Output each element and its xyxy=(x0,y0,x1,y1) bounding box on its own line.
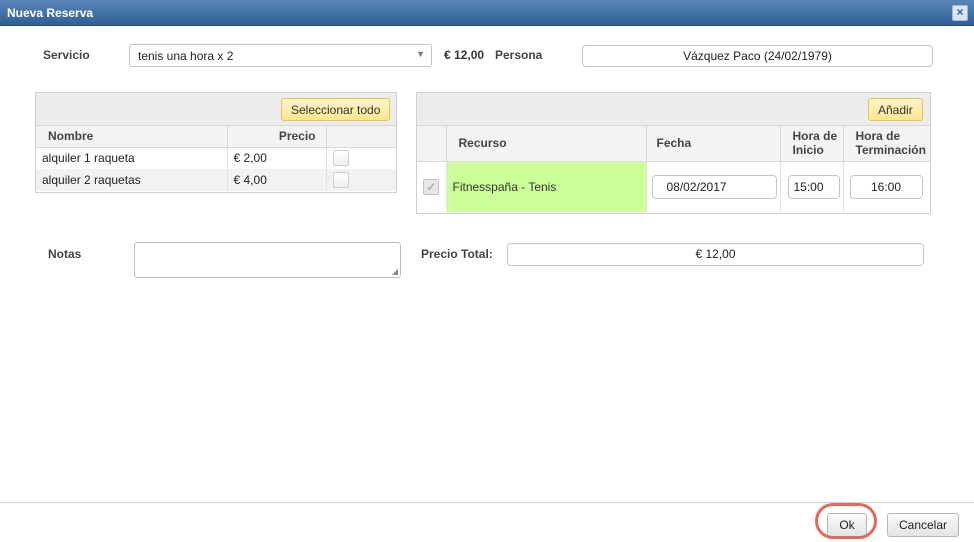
persona-label: Persona xyxy=(495,48,543,62)
servicio-value: tenis una hora x 2 xyxy=(138,49,234,63)
notas-textarea[interactable]: ◢ xyxy=(134,242,401,278)
table-row: ✓ Fitnesspaña - Tenis 08/02/2017 15:00 1… xyxy=(417,161,930,212)
column-header-select xyxy=(326,126,396,148)
chevron-down-icon: ▼ xyxy=(416,49,425,59)
extra-checkbox[interactable] xyxy=(332,150,349,167)
persona-field[interactable]: Vázquez Paco (24/02/1979) xyxy=(582,45,933,67)
column-header-check xyxy=(417,126,447,162)
column-header-recurso: Recurso xyxy=(446,126,647,162)
hora-fin-input[interactable]: 16:00 xyxy=(849,174,923,199)
extra-checkbox[interactable] xyxy=(332,172,349,188)
table-row: alquiler 1 raqueta € 2,00 xyxy=(36,147,396,169)
servicio-label: Servicio xyxy=(43,48,90,62)
recurso-cell: Fitnesspaña - Tenis xyxy=(446,161,647,212)
ok-highlight-ring xyxy=(815,503,877,539)
hora-inicio-input[interactable]: 15:00 xyxy=(787,174,840,199)
column-header-hora-inicio: Hora de Inicio xyxy=(780,126,844,162)
extra-name: alquiler 2 raquetas xyxy=(36,169,228,191)
add-button[interactable]: Añadir xyxy=(868,98,923,121)
extras-toolbar: Seleccionar todo xyxy=(36,93,396,126)
column-header-precio: Precio xyxy=(227,126,327,148)
column-header-hora-terminacion: Hora de Terminación xyxy=(843,126,930,162)
cancel-button[interactable]: Cancelar xyxy=(887,513,959,537)
extra-price: € 2,00 xyxy=(227,147,327,169)
dialog-title-bar: Nueva Reserva × xyxy=(0,0,974,26)
resources-panel: Añadir Recurso Fecha Hora de Inicio Hora… xyxy=(416,92,931,214)
column-header-fecha: Fecha xyxy=(646,126,781,162)
precio-total-label: Precio Total: xyxy=(421,247,493,261)
checkmark-icon[interactable]: ✓ xyxy=(423,178,440,195)
extras-table: Nombre Precio alquiler 1 raqueta € 2,00 … xyxy=(36,126,396,191)
service-price: € 12,00 xyxy=(444,48,485,62)
servicio-select[interactable]: tenis una hora x 2 ▼ xyxy=(129,44,432,67)
notas-label: Notas xyxy=(48,247,82,261)
precio-total-field: € 12,00 xyxy=(507,243,924,266)
extra-price: € 4,00 xyxy=(227,169,327,191)
extras-panel: Seleccionar todo Nombre Precio alquiler … xyxy=(35,92,397,193)
resources-table: Recurso Fecha Hora de Inicio Hora de Ter… xyxy=(417,126,930,212)
fecha-input[interactable]: 08/02/2017 xyxy=(651,174,777,199)
table-row: alquiler 2 raquetas € 4,00 xyxy=(36,169,396,191)
dialog-title: Nueva Reserva xyxy=(7,6,94,20)
close-icon[interactable]: × xyxy=(952,5,968,21)
extra-name: alquiler 1 raqueta xyxy=(36,147,228,169)
resize-grip-icon[interactable]: ◢ xyxy=(392,267,398,276)
select-all-button[interactable]: Seleccionar todo xyxy=(281,98,391,121)
resources-toolbar: Añadir xyxy=(417,93,930,126)
column-header-nombre: Nombre xyxy=(36,126,228,148)
